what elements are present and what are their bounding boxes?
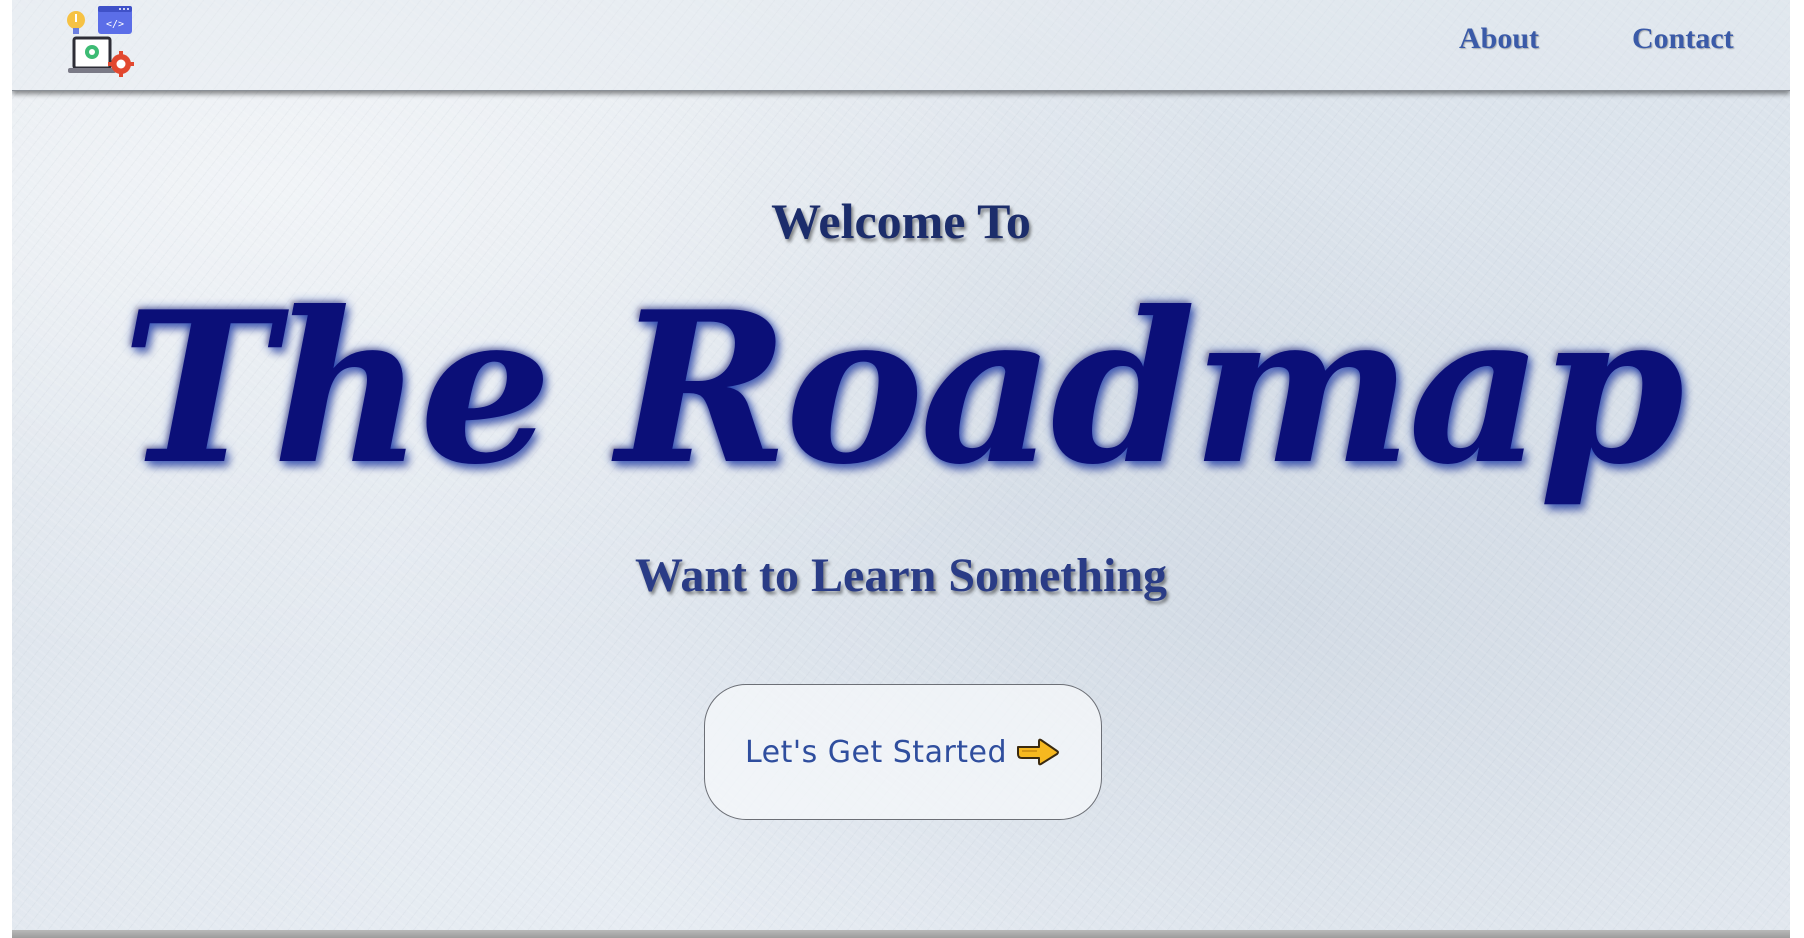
logo-code-glyph: </> bbox=[106, 19, 124, 30]
get-started-label: Let's Get Started bbox=[744, 734, 1008, 770]
navbar: </> About Contact bbox=[12, 0, 1790, 91]
nav-link-about[interactable]: About bbox=[1459, 22, 1539, 56]
welcome-heading: Welcome To bbox=[771, 193, 1031, 249]
hero-title: The Roadmap bbox=[121, 267, 1685, 511]
page-background: </> About Contact Welcome To The Roadmap… bbox=[12, 0, 1790, 938]
hero-tagline: Want to Learn Something bbox=[634, 549, 1168, 602]
get-started-button[interactable]: Let's Get Started bbox=[704, 684, 1102, 820]
pointing-hand-right-icon bbox=[1017, 738, 1060, 766]
bottom-edge bbox=[12, 930, 1790, 938]
site-logo-icon[interactable]: </> bbox=[62, 4, 146, 80]
nav-link-contact[interactable]: Contact bbox=[1632, 22, 1734, 56]
